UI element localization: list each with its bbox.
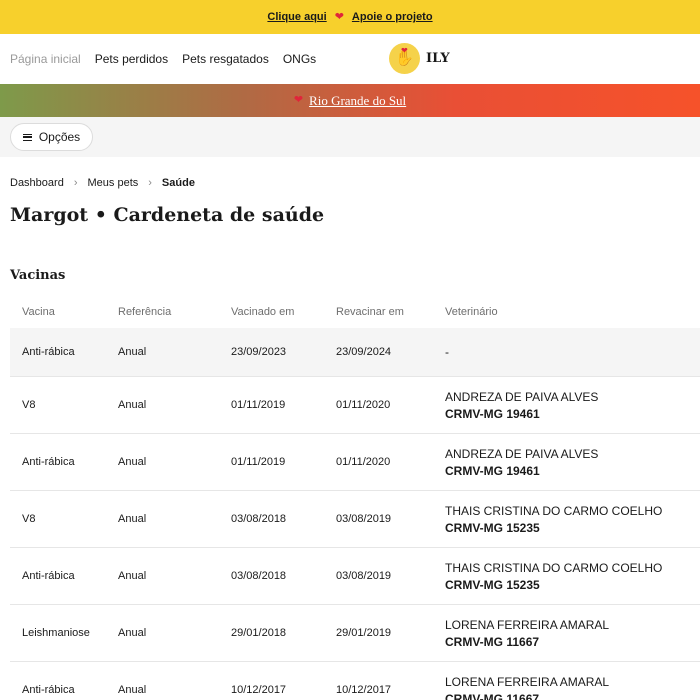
cell-vaccine: Anti-rábica bbox=[22, 456, 75, 468]
chevron-right-icon: › bbox=[73, 177, 78, 189]
cell-reference: Anual bbox=[118, 570, 147, 582]
cell-veterinarian: THAIS CRISTINA DO CARMO COELHO CRMV-MG 1… bbox=[445, 561, 700, 592]
cell-reference: Anual bbox=[118, 684, 147, 696]
cell-vaccinated-on: 10/12/2017 bbox=[231, 684, 287, 696]
table-row[interactable]: V8 Anual 03/08/2018 03/08/2019 THAIS CRI… bbox=[10, 491, 700, 548]
vet-name: LORENA FERREIRA AMARAL bbox=[445, 617, 610, 632]
cell-veterinarian: ANDREZA DE PAIVA ALVES CRMV-MG 19461 bbox=[445, 447, 700, 478]
table-row[interactable]: Anti-rábica Anual 01/11/2019 01/11/2020 … bbox=[10, 434, 700, 491]
table-row[interactable]: Anti-rábica Anual 03/08/2018 03/08/2019 … bbox=[10, 548, 700, 605]
page-title: Margot • Cardeneta de saúde bbox=[10, 204, 325, 226]
nav-item-ngos[interactable]: ONGs bbox=[283, 52, 316, 66]
cell-revaccinate-on: 03/08/2019 bbox=[336, 570, 392, 582]
options-bar: Opções bbox=[0, 117, 700, 157]
column-header-reference: Referência bbox=[118, 306, 172, 318]
breadcrumb-health: Saúde bbox=[161, 177, 195, 189]
vet-crmv: CRMV-MG 15235 bbox=[445, 577, 540, 592]
cell-reference: Anual bbox=[118, 346, 147, 358]
table-row[interactable]: Leishmaniose Anual 29/01/2018 29/01/2019… bbox=[10, 605, 700, 662]
main-nav: Página inicial Pets perdidos Pets resgat… bbox=[0, 34, 700, 84]
vaccines-table: Vacina Referência Vacinado em Revacinar … bbox=[10, 296, 700, 700]
vet-crmv: CRMV-MG 19461 bbox=[445, 463, 540, 478]
column-header-revaccinate-on: Revacinar em bbox=[336, 306, 404, 318]
rs-banner: ❤ Rio Grande do Sul bbox=[0, 84, 700, 117]
vet-name: THAIS CRISTINA DO CARMO COELHO bbox=[445, 560, 663, 575]
cell-revaccinate-on: 23/09/2024 bbox=[336, 346, 392, 358]
cell-vaccine: Anti-rábica bbox=[22, 570, 75, 582]
vet-crmv: CRMV-MG 19461 bbox=[445, 406, 540, 421]
cell-reference: Anual bbox=[118, 627, 147, 639]
column-header-vaccine: Vacina bbox=[22, 306, 55, 318]
cell-reference: Anual bbox=[118, 399, 147, 411]
vaccines-section-title: Vacinas bbox=[10, 268, 66, 283]
logo-text: ILY bbox=[426, 51, 450, 66]
menu-icon bbox=[22, 133, 32, 141]
cell-vaccine: Anti-rábica bbox=[22, 684, 75, 696]
vet-name: LORENA FERREIRA AMARAL bbox=[445, 674, 610, 689]
support-banner: Clique aqui ❤ Apoie o projeto bbox=[0, 0, 700, 34]
table-row[interactable]: Anti-rábica Anual 10/12/2017 10/12/2017 … bbox=[10, 662, 700, 700]
table-row[interactable]: Anti-rábica Anual 23/09/2023 23/09/2024 … bbox=[10, 328, 700, 377]
options-button-label: Opções bbox=[38, 130, 81, 144]
cell-vaccinated-on: 29/01/2018 bbox=[231, 627, 287, 639]
cell-reference: Anual bbox=[118, 456, 147, 468]
heart-icon: ❤ bbox=[293, 94, 304, 106]
logo-badge: ❤ ✋ bbox=[389, 43, 420, 74]
nav-item-lost-pets[interactable]: Pets perdidos bbox=[95, 52, 168, 66]
cell-veterinarian: LORENA FERREIRA AMARAL CRMV-MG 11667 bbox=[445, 675, 700, 700]
breadcrumb-dashboard[interactable]: Dashboard bbox=[10, 177, 64, 189]
nav-item-home[interactable]: Página inicial bbox=[10, 52, 81, 66]
nav-links: Página inicial Pets perdidos Pets resgat… bbox=[10, 34, 316, 84]
cell-revaccinate-on: 01/11/2020 bbox=[336, 399, 391, 411]
heart-icon: ❤ bbox=[401, 46, 408, 55]
support-project-link[interactable]: Apoie o projeto bbox=[352, 11, 433, 23]
breadcrumb-my-pets[interactable]: Meus pets bbox=[88, 177, 139, 189]
click-here-link[interactable]: Clique aqui bbox=[267, 11, 326, 23]
column-header-vaccinated-on: Vacinado em bbox=[231, 306, 295, 318]
cell-veterinarian: ANDREZA DE PAIVA ALVES CRMV-MG 19461 bbox=[445, 390, 700, 421]
cell-revaccinate-on: 03/08/2019 bbox=[336, 513, 392, 525]
vet-name: ANDREZA DE PAIVA ALVES bbox=[445, 446, 599, 461]
cell-reference: Anual bbox=[118, 513, 147, 525]
table-header: Vacina Referência Vacinado em Revacinar … bbox=[10, 296, 700, 328]
column-header-veterinarian: Veterinário bbox=[445, 306, 498, 318]
cell-vaccine: V8 bbox=[22, 399, 36, 411]
vet-name: ANDREZA DE PAIVA ALVES bbox=[445, 389, 599, 404]
cell-vaccinated-on: 01/11/2019 bbox=[231, 399, 286, 411]
vet-crmv: CRMV-MG 11667 bbox=[445, 691, 540, 700]
heart-icon: ❤ bbox=[334, 10, 344, 23]
cell-revaccinate-on: 29/01/2019 bbox=[336, 627, 392, 639]
cell-revaccinate-on: 10/12/2017 bbox=[336, 684, 392, 696]
nav-item-rescued-pets[interactable]: Pets resgatados bbox=[182, 52, 269, 66]
rs-banner-link[interactable]: Rio Grande do Sul bbox=[309, 93, 406, 109]
table-row[interactable]: V8 Anual 01/11/2019 01/11/2020 ANDREZA D… bbox=[10, 377, 700, 434]
cell-vaccine: V8 bbox=[22, 513, 36, 525]
cell-vaccine: Anti-rábica bbox=[22, 346, 75, 358]
vet-name: - bbox=[445, 345, 449, 359]
vet-crmv: CRMV-MG 15235 bbox=[445, 520, 540, 535]
breadcrumb: Dashboard › Meus pets › Saúde bbox=[10, 175, 195, 191]
cell-veterinarian: THAIS CRISTINA DO CARMO COELHO CRMV-MG 1… bbox=[445, 504, 700, 535]
cell-veterinarian: - bbox=[445, 345, 700, 359]
chevron-right-icon: › bbox=[148, 177, 152, 189]
cell-vaccinated-on: 03/08/2018 bbox=[231, 513, 287, 525]
site-logo[interactable]: ❤ ✋ ILY bbox=[389, 43, 450, 74]
cell-veterinarian: LORENA FERREIRA AMARAL CRMV-MG 11667 bbox=[445, 618, 700, 649]
cell-vaccinated-on: 03/08/2018 bbox=[231, 570, 287, 582]
cell-revaccinate-on: 01/11/2020 bbox=[336, 456, 391, 468]
cell-vaccinated-on: 23/09/2023 bbox=[231, 346, 287, 358]
cell-vaccinated-on: 01/11/2019 bbox=[231, 456, 286, 468]
cell-vaccine: Leishmaniose bbox=[22, 627, 90, 639]
vet-name: THAIS CRISTINA DO CARMO COELHO bbox=[445, 503, 663, 518]
options-button[interactable]: Opções bbox=[10, 123, 93, 151]
vet-crmv: CRMV-MG 11667 bbox=[445, 634, 540, 649]
